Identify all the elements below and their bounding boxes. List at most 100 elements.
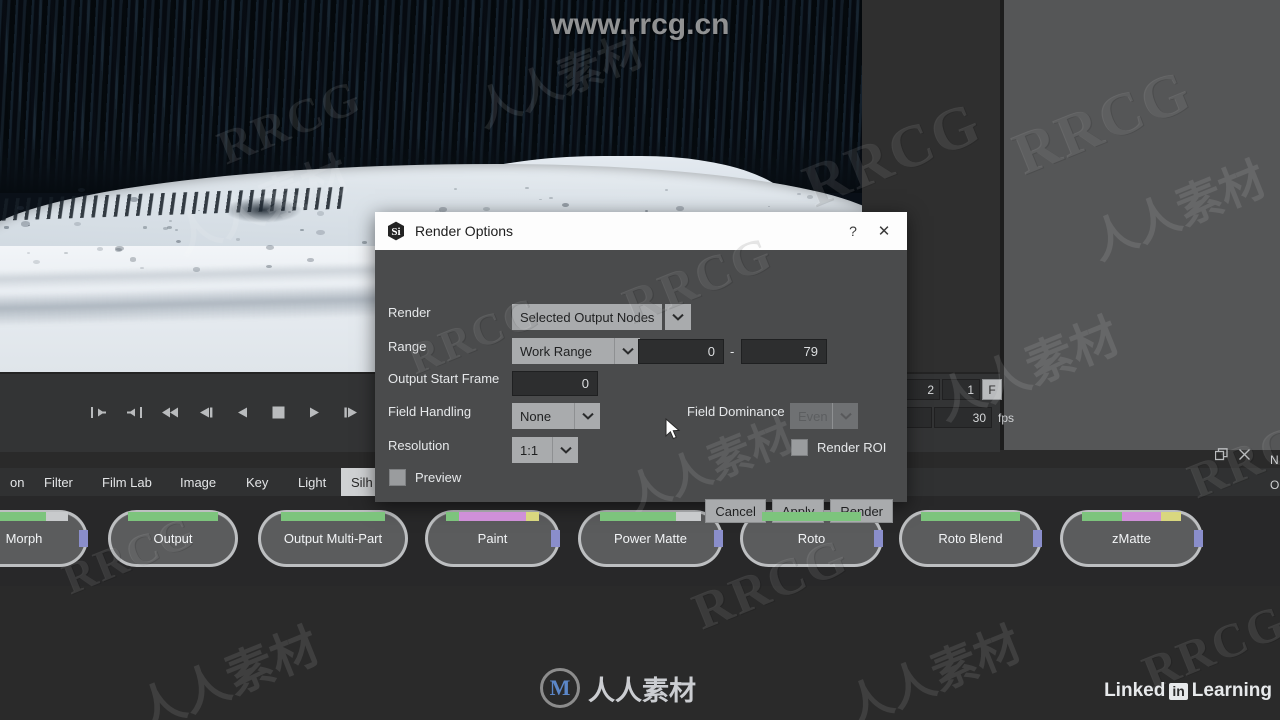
node-port[interactable] bbox=[128, 512, 173, 521]
node-port[interactable] bbox=[1141, 512, 1162, 521]
range-mode-select[interactable]: Work Range bbox=[512, 338, 640, 364]
float-window-icon[interactable] bbox=[1214, 448, 1228, 464]
tab-label: Silh bbox=[351, 474, 373, 490]
node-button-output[interactable]: Output bbox=[108, 510, 238, 567]
node-port[interactable] bbox=[762, 512, 796, 521]
render-target-select[interactable]: Selected Output Nodes bbox=[512, 304, 692, 330]
node-port-strip-right bbox=[79, 530, 88, 547]
resolution-select[interactable]: 1:1 bbox=[512, 437, 578, 463]
tab-key[interactable]: Key bbox=[236, 468, 278, 496]
node-port[interactable] bbox=[625, 512, 651, 521]
range-mode-value: Work Range bbox=[512, 338, 614, 364]
node-port[interactable] bbox=[459, 512, 473, 521]
frame-unit-toggle[interactable]: F bbox=[982, 379, 1002, 400]
step-back-button[interactable] bbox=[232, 402, 252, 422]
render-options-dialog[interactable]: Si Render Options ? ✕ Render Selected Ou… bbox=[375, 212, 907, 523]
field-handling-label: Field Handling bbox=[388, 404, 472, 419]
node-port[interactable] bbox=[827, 512, 861, 521]
node-port-strip-right bbox=[1194, 530, 1203, 547]
render-roi-row[interactable]: Render ROI bbox=[791, 439, 886, 456]
node-port[interactable] bbox=[79, 530, 88, 547]
step-back-fast-button[interactable] bbox=[196, 402, 216, 422]
node-port[interactable] bbox=[986, 512, 1020, 521]
chevron-down-icon bbox=[665, 304, 692, 330]
range-end-field[interactable]: 79 bbox=[741, 339, 827, 364]
node-body: Output bbox=[111, 512, 235, 564]
node-port[interactable] bbox=[333, 512, 359, 521]
linkedin-learning-logo: Linked in Learning bbox=[1104, 680, 1272, 702]
node-port[interactable] bbox=[23, 512, 46, 521]
fps-label: fps bbox=[998, 410, 1015, 425]
node-port[interactable] bbox=[281, 512, 308, 521]
node-button-zmatte[interactable]: zMatte bbox=[1060, 510, 1203, 567]
node-port[interactable] bbox=[874, 530, 883, 547]
node-port[interactable] bbox=[446, 512, 460, 521]
node-port[interactable] bbox=[1161, 512, 1181, 521]
tab-label: Film Lab bbox=[102, 474, 152, 490]
chevron-down-icon bbox=[552, 437, 578, 463]
go-to-start-button[interactable] bbox=[160, 402, 180, 422]
node-port-strip-top bbox=[0, 512, 68, 521]
node-port[interactable] bbox=[499, 512, 513, 521]
node-port[interactable] bbox=[1101, 512, 1122, 521]
node-port[interactable] bbox=[358, 512, 385, 521]
node-port[interactable] bbox=[472, 512, 486, 521]
node-port[interactable] bbox=[714, 530, 723, 547]
node-port[interactable] bbox=[485, 512, 500, 521]
node-port[interactable] bbox=[1033, 530, 1042, 547]
node-port[interactable] bbox=[173, 512, 218, 521]
frame-field-b[interactable]: 1 bbox=[942, 379, 980, 400]
play-button[interactable] bbox=[304, 402, 324, 422]
node-body: Morph bbox=[0, 512, 88, 564]
brand-badge-in: in bbox=[1169, 682, 1188, 700]
node-button-roto-blend[interactable]: Roto Blend bbox=[899, 510, 1042, 567]
cancel-button[interactable]: Cancel bbox=[705, 499, 766, 523]
node-port[interactable] bbox=[795, 512, 828, 521]
render-roi-checkbox[interactable] bbox=[791, 439, 808, 456]
node-port[interactable] bbox=[307, 512, 333, 521]
node-port[interactable] bbox=[954, 512, 987, 521]
node-label: Roto bbox=[797, 531, 826, 546]
field-handling-select[interactable]: None bbox=[512, 403, 600, 429]
preview-checkbox[interactable] bbox=[389, 469, 406, 486]
dialog-titlebar[interactable]: Si Render Options ? ✕ bbox=[375, 212, 907, 250]
step-forward-button[interactable] bbox=[340, 402, 360, 422]
node-label: Paint bbox=[477, 531, 508, 546]
node-port[interactable] bbox=[1121, 512, 1142, 521]
node-port[interactable] bbox=[650, 512, 676, 521]
node-port[interactable] bbox=[551, 530, 560, 547]
node-port[interactable] bbox=[675, 512, 701, 521]
node-port[interactable] bbox=[1194, 530, 1203, 547]
output-start-frame-field[interactable]: 0 bbox=[512, 371, 598, 396]
tab-light[interactable]: Light bbox=[288, 468, 336, 496]
fps-field[interactable]: 30 bbox=[934, 407, 992, 428]
node-port[interactable] bbox=[2, 512, 24, 521]
stop-button[interactable] bbox=[268, 402, 288, 422]
node-button-power-matte[interactable]: Power Matte bbox=[578, 510, 723, 567]
set-in-point-button[interactable] bbox=[88, 402, 108, 422]
tab-on[interactable]: on bbox=[0, 468, 34, 496]
tab-filter[interactable]: Filter bbox=[34, 468, 83, 496]
node-label: Morph bbox=[5, 531, 43, 546]
node-port[interactable] bbox=[525, 512, 539, 521]
close-icon[interactable] bbox=[1238, 448, 1251, 464]
tab-image[interactable]: Image bbox=[170, 468, 226, 496]
range-start-field[interactable]: 0 bbox=[638, 339, 724, 364]
help-button[interactable]: ? bbox=[839, 216, 867, 246]
set-out-point-button[interactable] bbox=[124, 402, 144, 422]
dialog-close-button[interactable]: ✕ bbox=[867, 216, 901, 246]
node-port[interactable] bbox=[512, 512, 526, 521]
node-button-morph[interactable]: Morph bbox=[0, 510, 88, 567]
preview-row[interactable]: Preview bbox=[389, 469, 461, 486]
node-port-strip-right bbox=[551, 530, 560, 547]
node-port[interactable] bbox=[45, 512, 68, 521]
node-button-output-multi-part[interactable]: Output Multi-Part bbox=[258, 510, 408, 567]
field-dominance-label: Field Dominance bbox=[687, 404, 785, 419]
node-port[interactable] bbox=[600, 512, 626, 521]
node-port[interactable] bbox=[1082, 512, 1102, 521]
output-start-frame-label-wrap: Output Start Frame bbox=[388, 371, 499, 386]
node-button-paint[interactable]: Paint bbox=[425, 510, 560, 567]
tab-film-lab[interactable]: Film Lab bbox=[92, 468, 162, 496]
field-dominance-select[interactable]: Even bbox=[790, 403, 858, 429]
node-port[interactable] bbox=[921, 512, 955, 521]
